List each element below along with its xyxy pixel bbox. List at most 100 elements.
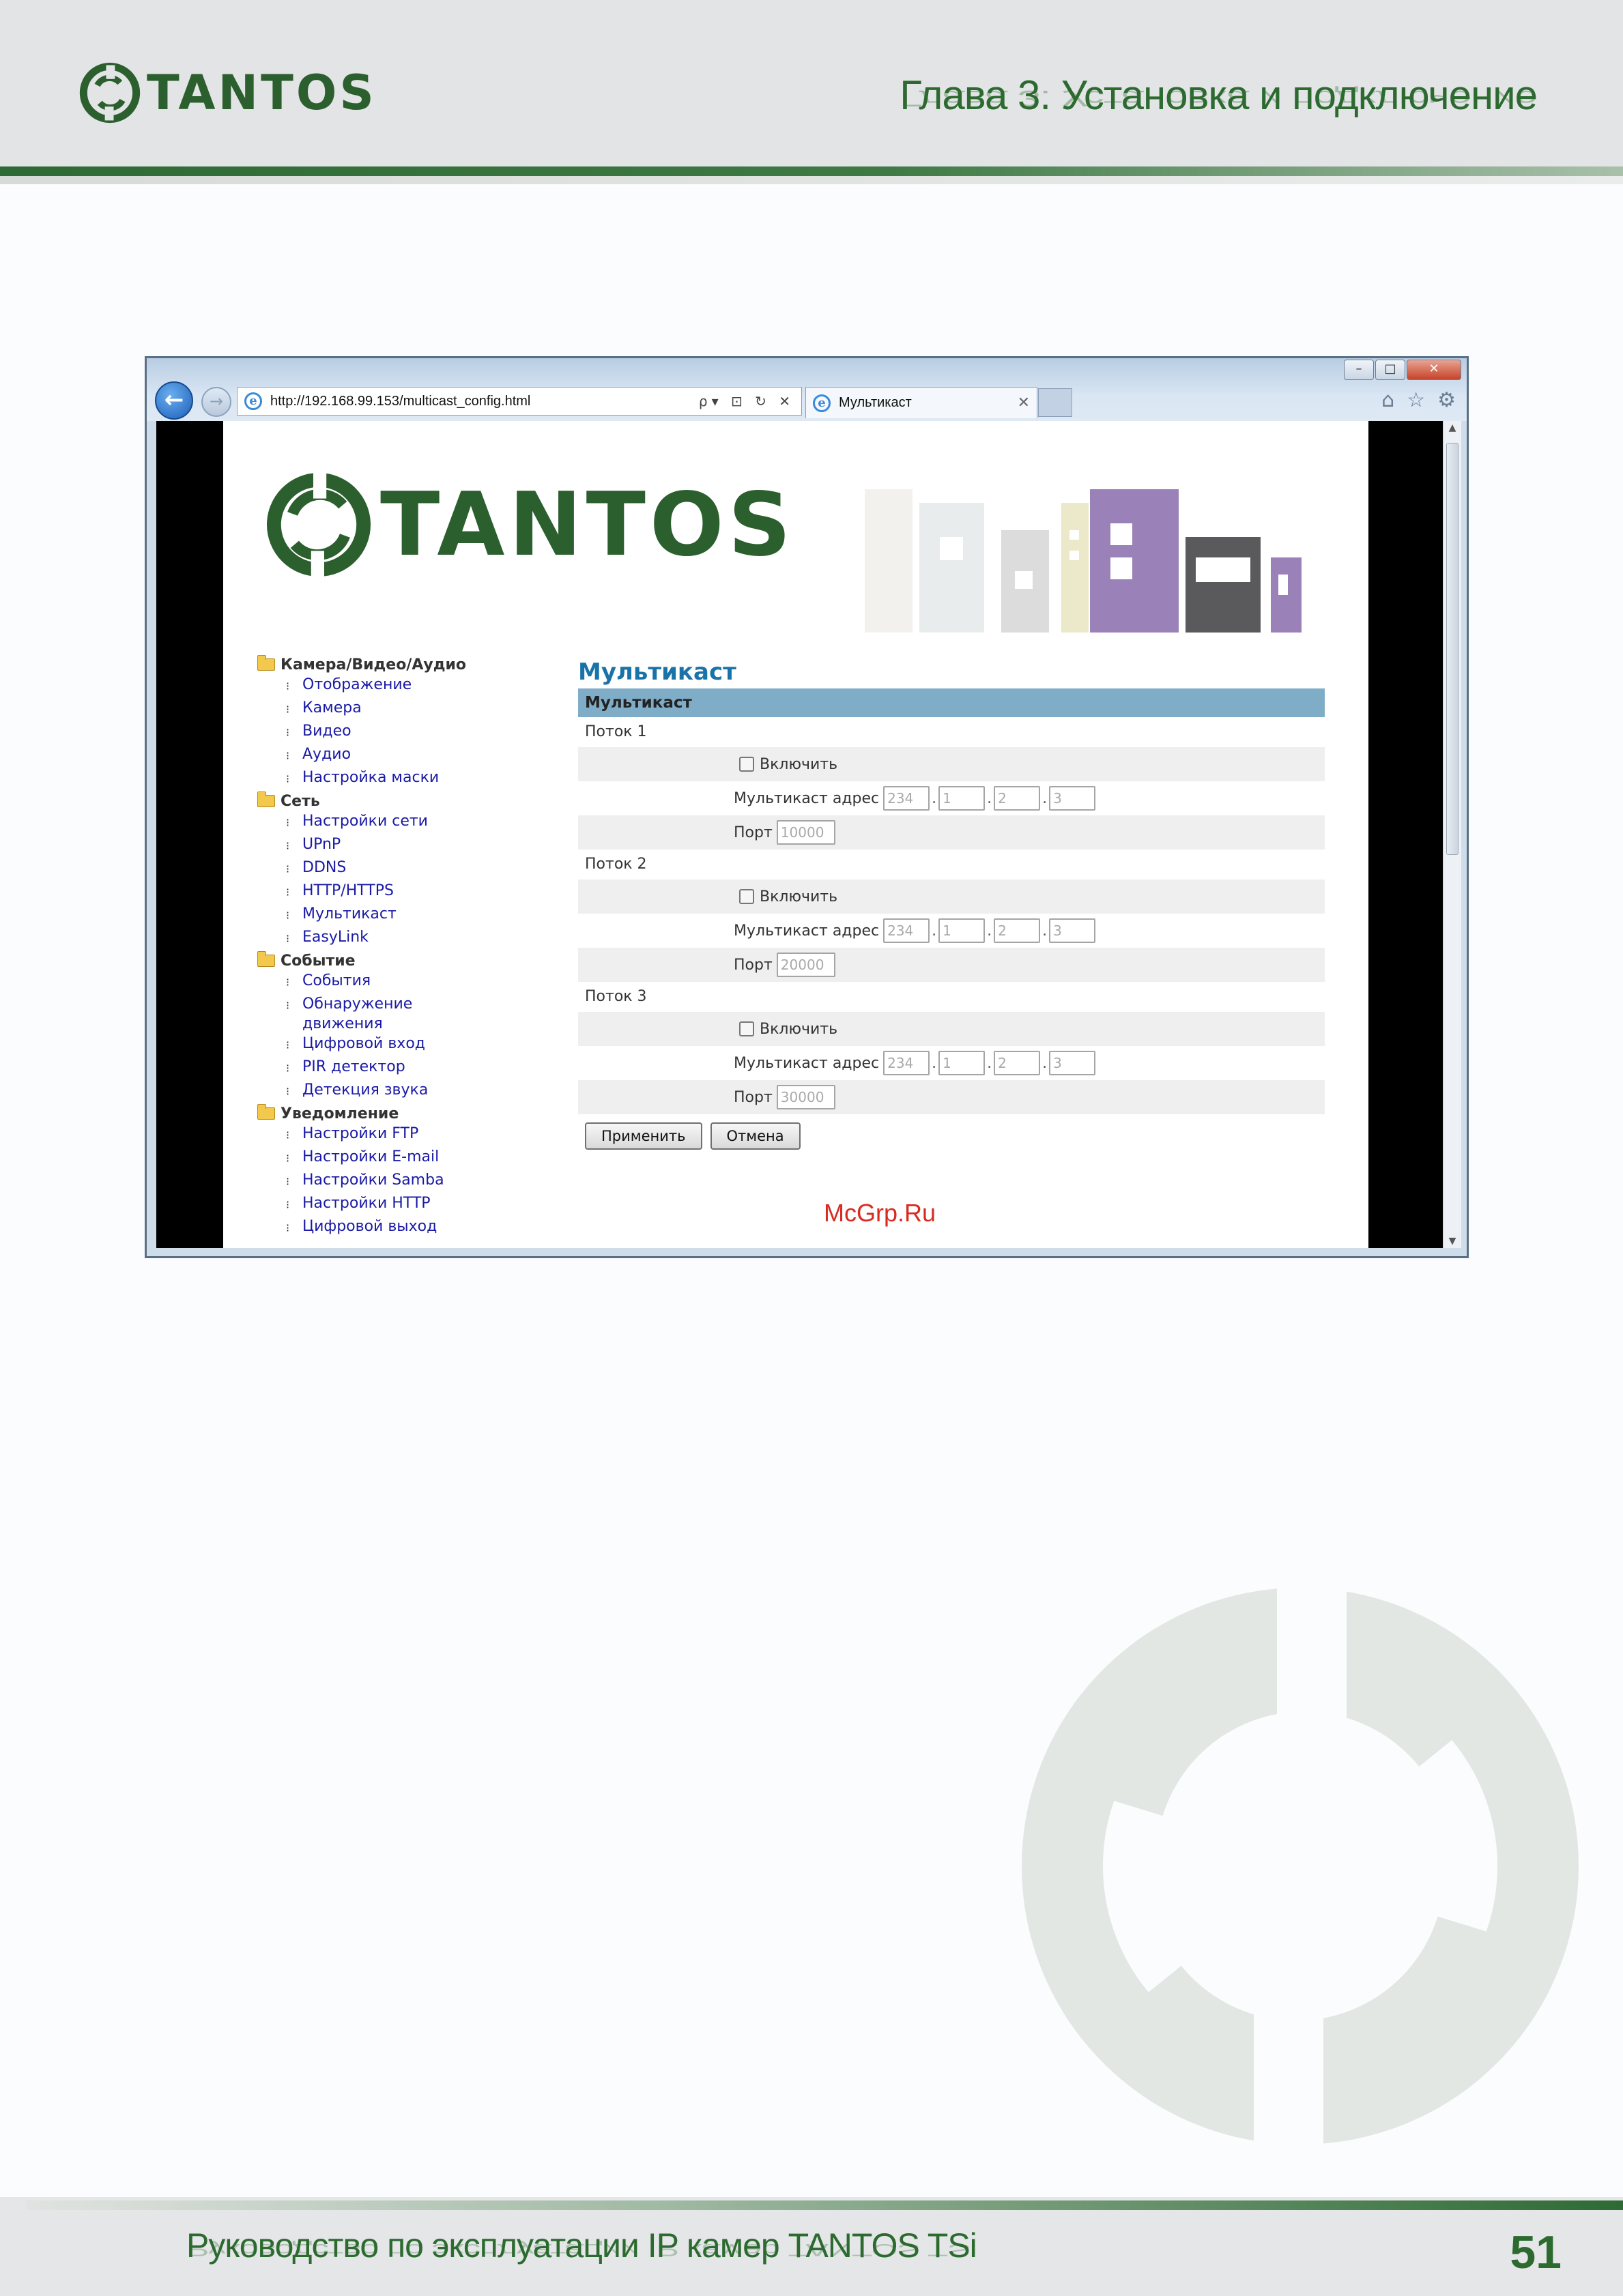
- maximize-button[interactable]: □: [1375, 360, 1405, 380]
- port-input[interactable]: 20000: [776, 953, 835, 977]
- nav-item[interactable]: ⁝ Отображение: [286, 675, 551, 698]
- nav-item[interactable]: ⁝ События: [286, 971, 551, 994]
- nav-item[interactable]: ⁝ Настройка маски: [286, 768, 551, 791]
- ip-octet-input[interactable]: 3: [1049, 1051, 1096, 1075]
- nav-section[interactable]: Сеть: [257, 791, 551, 811]
- nav-item-label[interactable]: HTTP/HTTPS: [302, 881, 453, 901]
- nav-item[interactable]: ⁝ Камера: [286, 698, 551, 721]
- nav-item[interactable]: ⁝ Настройки Samba: [286, 1170, 551, 1193]
- nav-item-label[interactable]: Отображение: [302, 675, 453, 695]
- nav-section[interactable]: Камера/Видео/Аудио: [257, 654, 551, 675]
- nav-item[interactable]: ⁝ Видео: [286, 721, 551, 744]
- new-tab-button[interactable]: [1038, 388, 1072, 417]
- nav-item[interactable]: ⁝ Настройки сети: [286, 811, 551, 834]
- nav-bullet-icon: ⁝: [286, 886, 290, 899]
- nav-bullet-icon: ⁝: [286, 816, 290, 829]
- nav-item[interactable]: ⁝ Аудио: [286, 744, 551, 768]
- nav-item-label[interactable]: DDNS: [302, 858, 453, 877]
- enable-checkbox[interactable]: [739, 757, 754, 772]
- nav-item[interactable]: ⁝ PIR детектор: [286, 1057, 551, 1080]
- nav-item-label[interactable]: UPnP: [302, 834, 453, 854]
- ip-octet-input[interactable]: 1: [938, 918, 986, 943]
- enable-row: Включить: [578, 747, 1325, 781]
- nav-item-label[interactable]: Цифровой вход: [302, 1034, 453, 1053]
- nav-section-label: Событие: [281, 952, 356, 970]
- nav-item-label[interactable]: Камера: [302, 698, 453, 718]
- nav-item-label[interactable]: Обнаружение движения: [302, 994, 453, 1034]
- nav-section[interactable]: Уведомление: [257, 1103, 551, 1124]
- nav-item[interactable]: ⁝ HTTP/HTTPS: [286, 881, 551, 904]
- address-bar-tools[interactable]: ρ▾ ⊡ ↻ ✕: [699, 393, 794, 409]
- port-input[interactable]: 10000: [776, 820, 835, 845]
- enable-checkbox[interactable]: [739, 1021, 754, 1036]
- close-button[interactable]: ✕: [1407, 360, 1461, 380]
- nav-item-label[interactable]: Цифровой выход: [302, 1217, 453, 1236]
- city-buildings-graphic: [865, 489, 1302, 633]
- window-controls: – □ ✕: [1342, 360, 1461, 380]
- ip-octet-input[interactable]: 1: [938, 786, 986, 811]
- port-input[interactable]: 30000: [776, 1085, 835, 1109]
- forward-arrow-icon[interactable]: →: [201, 387, 231, 417]
- ip-octet-input[interactable]: 234: [883, 786, 930, 811]
- cancel-button[interactable]: Отмена: [710, 1122, 801, 1150]
- nav-item-label[interactable]: Видео: [302, 721, 453, 741]
- enable-checkbox[interactable]: [739, 889, 754, 904]
- nav-item[interactable]: ⁝ Цифровой вход: [286, 1034, 551, 1057]
- nav-section[interactable]: Событие: [257, 950, 551, 971]
- nav-item[interactable]: ⁝ DDNS: [286, 858, 551, 881]
- nav-item-label[interactable]: Настройки E-mail: [302, 1147, 453, 1167]
- header-divider: [0, 166, 1623, 176]
- nav-item[interactable]: ⁝ Обнаружение движения: [286, 994, 551, 1034]
- nav-item[interactable]: ⁝ Цифровой выход: [286, 1217, 551, 1240]
- nav-item[interactable]: ⁝ UPnP: [286, 834, 551, 858]
- apply-button[interactable]: Применить: [585, 1122, 702, 1150]
- nav-item-label[interactable]: Детекция звука: [302, 1080, 453, 1100]
- nav-item-label[interactable]: Настройки HTTP: [302, 1193, 453, 1213]
- nav-bullet-icon: ⁝: [286, 749, 290, 762]
- nav-item-label[interactable]: Мультикаст: [302, 904, 453, 924]
- ip-octet-input[interactable]: 2: [994, 786, 1041, 811]
- ip-octet-input[interactable]: 3: [1049, 918, 1096, 943]
- back-arrow-icon[interactable]: ←: [155, 381, 193, 420]
- nav-item-label[interactable]: Аудио: [302, 744, 453, 764]
- scroll-down-arrow-icon[interactable]: ▼: [1444, 1236, 1461, 1247]
- ip-octet-input[interactable]: 3: [1049, 786, 1096, 811]
- nav-item-label[interactable]: Настройка маски: [302, 768, 453, 787]
- nav-item-label[interactable]: EasyLink: [302, 927, 453, 947]
- nav-item[interactable]: ⁝ Настройки FTP: [286, 1124, 551, 1147]
- tab-multicast[interactable]: e Мультикаст ✕: [805, 387, 1037, 418]
- nav-bullet-icon: ⁝: [286, 839, 290, 852]
- vertical-scrollbar[interactable]: ▲ ▼: [1443, 421, 1461, 1248]
- ip-octet-input[interactable]: 1: [938, 1051, 986, 1075]
- nav-item-label[interactable]: PIR детектор: [302, 1057, 453, 1077]
- minimize-button[interactable]: –: [1344, 360, 1374, 380]
- ip-octet-input[interactable]: 234: [883, 1051, 930, 1075]
- folder-icon: [257, 655, 275, 671]
- stream-label: Поток 3: [585, 988, 647, 1005]
- nav-bullet-icon: ⁝: [286, 909, 290, 922]
- nav-item[interactable]: ⁝ EasyLink: [286, 927, 551, 950]
- nav-item[interactable]: ⁝ Настройки E-mail: [286, 1147, 551, 1170]
- url-text[interactable]: http://192.168.99.153/multicast_config.h…: [270, 394, 699, 409]
- site-watermark-text: McGrp.Ru: [824, 1199, 936, 1227]
- nav-item-label[interactable]: Настройки Samba: [302, 1170, 453, 1190]
- nav-item-label[interactable]: События: [302, 971, 453, 991]
- ip-octet-input[interactable]: 234: [883, 918, 930, 943]
- nav-bullet-icon: ⁝: [286, 999, 290, 1012]
- tab-close-icon[interactable]: ✕: [1018, 394, 1030, 411]
- tantos-logo: TANTOS: [78, 61, 377, 124]
- nav-item[interactable]: ⁝ Детекция звука: [286, 1080, 551, 1103]
- nav-bullet-icon: ⁝: [286, 1085, 290, 1098]
- nav-item[interactable]: ⁝ Мультикаст: [286, 904, 551, 927]
- address-bar[interactable]: e http://192.168.99.153/multicast_config…: [237, 387, 802, 416]
- home-icon[interactable]: ⌂: [1381, 388, 1394, 412]
- nav-item-label[interactable]: Настройки сети: [302, 811, 453, 831]
- nav-item[interactable]: ⁝ Настройки HTTP: [286, 1193, 551, 1217]
- scrollbar-thumb[interactable]: [1446, 443, 1459, 855]
- scroll-up-arrow-icon[interactable]: ▲: [1444, 422, 1461, 433]
- ip-octet-input[interactable]: 2: [994, 1051, 1041, 1075]
- ip-octet-input[interactable]: 2: [994, 918, 1041, 943]
- favorites-star-icon[interactable]: ☆: [1407, 388, 1425, 412]
- nav-item-label[interactable]: Настройки FTP: [302, 1124, 453, 1144]
- settings-gear-icon[interactable]: ⚙: [1437, 388, 1456, 412]
